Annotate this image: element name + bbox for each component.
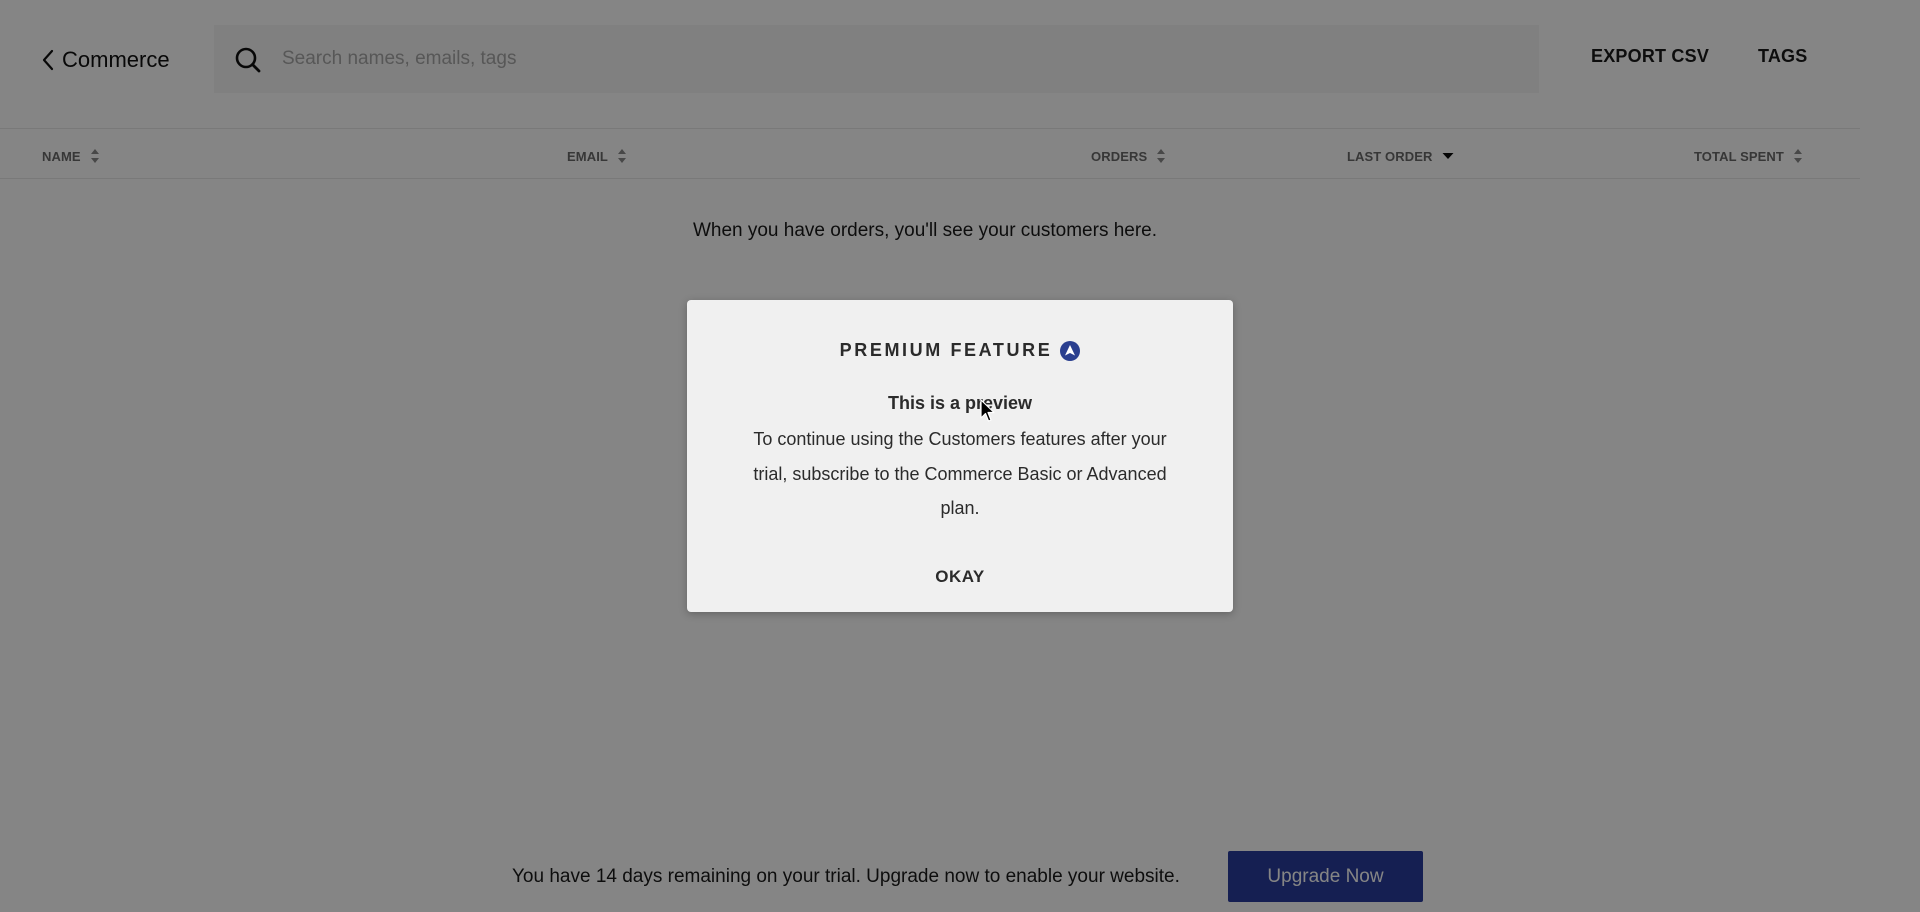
modal-header: PREMIUM FEATURE (687, 340, 1233, 361)
customers-page: Commerce EXPORT CSV TAGS NAME EMAIL ORDE… (0, 0, 1920, 912)
modal-title: PREMIUM FEATURE (839, 340, 1053, 360)
modal-subtitle: This is a preview (887, 393, 1033, 413)
okay-button[interactable]: OKAY (920, 562, 1000, 592)
premium-arrow-icon (1060, 340, 1081, 361)
modal-body-text: To continue using the Customers features… (753, 429, 1167, 518)
premium-feature-modal: PREMIUM FEATURE This is a preview To con… (687, 300, 1233, 612)
